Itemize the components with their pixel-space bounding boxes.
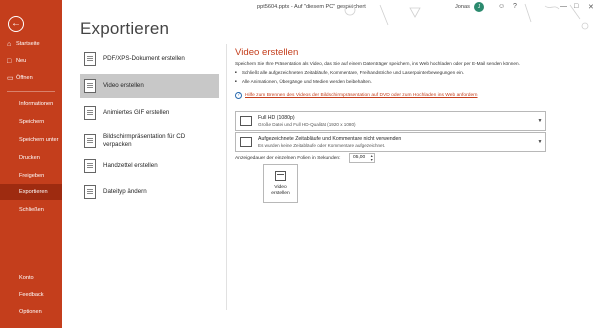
sidebar-item-close[interactable]: Schließen xyxy=(0,202,62,218)
sidebar-item-account[interactable]: Konto xyxy=(0,270,62,286)
quality-dropdown[interactable]: Full HD (1080p) Große Datei und Full HD-… xyxy=(235,111,546,131)
pdf-icon xyxy=(84,52,96,66)
export-option-pdf[interactable]: PDF/XPS-Dokument erstellen xyxy=(80,47,219,71)
export-option-handout[interactable]: Handzettel erstellen xyxy=(80,154,219,178)
backstage-sidebar: ← ⌂ Startseite □ Neu ▭ Öffnen Informatio… xyxy=(0,0,62,328)
open-folder-icon: ▭ xyxy=(7,75,14,82)
avatar[interactable]: J xyxy=(474,2,484,12)
sidebar-item-label: Speichern unter xyxy=(19,137,59,143)
sidebar-item-home[interactable]: ⌂ Startseite xyxy=(0,36,62,52)
duration-spinner[interactable]: ▲ ▼ xyxy=(370,154,373,162)
sidebar-item-feedback[interactable]: Feedback xyxy=(0,287,62,303)
sidebar-item-label: Freigeben xyxy=(19,173,45,179)
user-name[interactable]: Jonas xyxy=(455,4,470,10)
back-arrow-icon[interactable]: ← xyxy=(8,16,24,32)
help-icon[interactable]: ? xyxy=(513,3,517,10)
export-option-gif[interactable]: Animiertes GIF erstellen xyxy=(80,101,219,125)
dropdown-text: Aufgezeichnete Zeitabläufe und Kommentar… xyxy=(258,136,535,148)
chevron-down-icon: ▼ xyxy=(537,139,543,145)
panel-title: Video erstellen xyxy=(235,47,299,58)
create-video-button[interactable]: Video erstellen xyxy=(263,164,298,203)
sidebar-item-label: Exportieren xyxy=(19,189,48,195)
help-link-text: Hilfe zum Brennen des Videos der Bildsch… xyxy=(245,93,478,98)
handout-icon xyxy=(84,159,96,173)
sidebar-item-open[interactable]: ▭ Öffnen xyxy=(0,70,62,86)
export-option-label: Bildschirmpräsentation für CD verpacken xyxy=(103,133,185,150)
create-video-label-line1: Video xyxy=(274,185,287,190)
panel-bullet: Schließt alle aufgezeichneten Zeitabläuf… xyxy=(235,70,464,75)
change-filetype-icon xyxy=(84,185,96,199)
timing-dropdown[interactable]: Aufgezeichnete Zeitabläufe und Kommentar… xyxy=(235,132,546,152)
sidebar-item-new[interactable]: □ Neu xyxy=(0,53,62,69)
sidebar-item-label: Feedback xyxy=(19,292,44,298)
sidebar-item-save[interactable]: Speichern xyxy=(0,114,62,130)
dropdown-text: Full HD (1080p) Große Datei und Full HD-… xyxy=(258,115,535,127)
export-option-label: Animiertes GIF erstellen xyxy=(103,108,170,116)
export-option-label: PDF/XPS-Dokument erstellen xyxy=(103,54,185,62)
sidebar-item-save-as[interactable]: Speichern unter xyxy=(0,132,62,148)
export-option-label-line1: Bildschirmpräsentation für CD xyxy=(103,132,186,140)
export-option-label-line2: verpacken xyxy=(103,141,132,148)
sidebar-item-label: Optionen xyxy=(19,309,42,315)
new-document-icon: □ xyxy=(7,57,12,65)
minimize-icon[interactable]: — xyxy=(560,3,567,10)
sidebar-item-label: Öffnen xyxy=(16,75,33,81)
sidebar-item-info[interactable]: Informationen xyxy=(0,96,62,112)
dropdown-main-text: Aufgezeichnete Zeitabläufe und Kommentar… xyxy=(258,136,402,142)
maximize-icon[interactable]: □ xyxy=(574,3,578,10)
home-icon: ⌂ xyxy=(7,40,12,48)
title-bar: ppt5604.pptx - Auf "diesem PC" gespeiche… xyxy=(62,0,600,20)
help-icon: ? xyxy=(235,92,242,99)
sidebar-item-label: Konto xyxy=(19,275,34,281)
sidebar-item-export[interactable]: Exportieren xyxy=(0,184,62,200)
sidebar-item-label: Informationen xyxy=(19,101,54,107)
export-option-label: Handzettel erstellen xyxy=(103,161,158,169)
export-option-cd-package[interactable]: Bildschirmpräsentation für CD verpacken xyxy=(80,126,219,156)
cd-package-icon xyxy=(84,134,96,148)
export-option-label: Video erstellen xyxy=(103,81,144,89)
close-icon[interactable]: ✕ xyxy=(588,3,594,11)
gif-icon xyxy=(84,106,96,120)
duration-label: Anzeigedauer der einzelnen Folien in Sek… xyxy=(235,156,341,161)
sidebar-item-print[interactable]: Drucken xyxy=(0,150,62,166)
sidebar-item-label: Speichern xyxy=(19,119,45,125)
sidebar-item-options[interactable]: Optionen xyxy=(0,304,62,320)
sidebar-item-label: Neu xyxy=(16,58,27,64)
smiley-feedback-icon[interactable]: ☺ xyxy=(498,3,505,10)
export-option-label: Dateityp ändern xyxy=(103,187,147,195)
document-title: ppt5604.pptx - Auf "diesem PC" gespeiche… xyxy=(257,4,366,10)
chevron-down-icon: ▼ xyxy=(537,118,543,124)
sidebar-item-label: Drucken xyxy=(19,155,40,161)
create-video-label-line2: erstellen xyxy=(271,191,290,197)
sidebar-item-label: Schließen xyxy=(19,207,44,213)
dropdown-sub-text: Große Datei und Full HD-Qualität (1920 x… xyxy=(258,122,356,127)
create-video-label: Video erstellen xyxy=(271,185,290,198)
export-option-video[interactable]: Video erstellen xyxy=(80,74,219,98)
export-option-change-filetype[interactable]: Dateityp ändern xyxy=(80,180,219,204)
dropdown-sub-text: Es wurden keine Zeitabläufe oder Komment… xyxy=(258,143,386,148)
no-recording-icon xyxy=(240,137,252,147)
sidebar-divider xyxy=(7,91,55,92)
panel-divider xyxy=(226,44,227,310)
monitor-icon xyxy=(240,116,252,126)
panel-description: Speichern Sie Ihre Präsentation als Vide… xyxy=(235,61,520,66)
help-link[interactable]: ? Hilfe zum Brennen des Videos der Bildsc… xyxy=(235,92,478,99)
sidebar-item-share[interactable]: Freigeben xyxy=(0,168,62,184)
page-title: Exportieren xyxy=(80,19,170,38)
video-icon xyxy=(275,171,286,181)
dropdown-main-text: Full HD (1080p) xyxy=(258,115,295,121)
sidebar-item-label: Startseite xyxy=(16,41,40,47)
panel-bullet: Alle Animationen, Übergänge und Medien w… xyxy=(235,79,372,84)
video-icon xyxy=(84,79,96,93)
